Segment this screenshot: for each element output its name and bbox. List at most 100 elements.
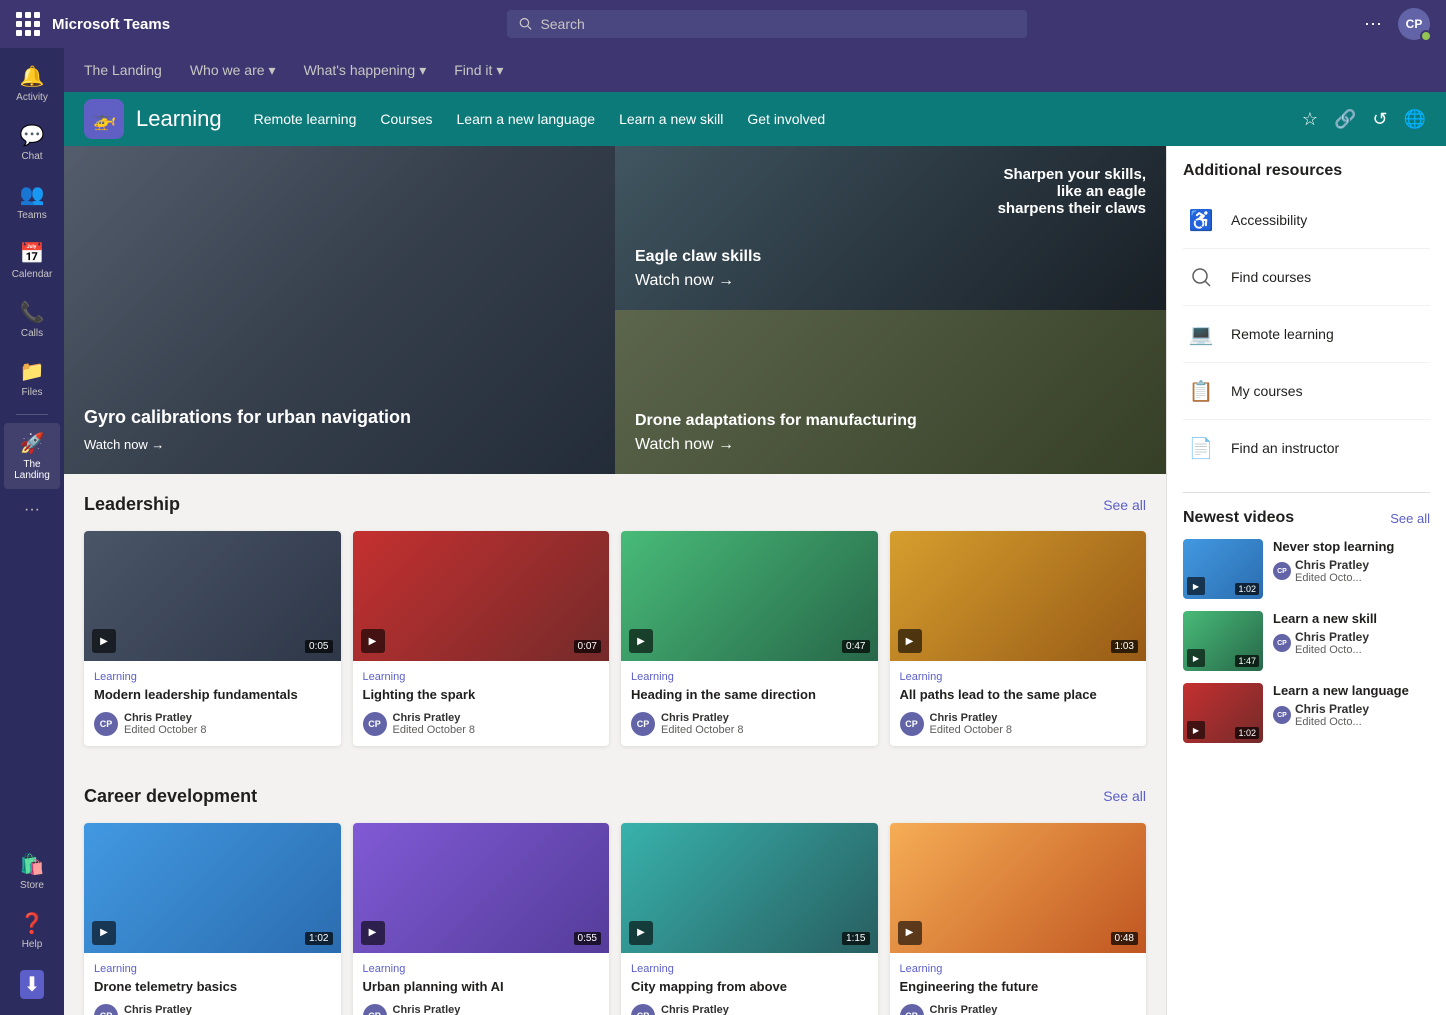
hero-card-gyro[interactable]: Gyro calibrations for urban navigation W…	[64, 146, 615, 474]
career-duration-4: 0:48	[1111, 932, 1138, 945]
sidebar-item-help[interactable]: ❓ Help	[4, 903, 60, 958]
author-name-1: Chris Pratley	[124, 712, 207, 724]
learning-nav-remote[interactable]: Remote learning	[254, 111, 357, 127]
sidebar-item-label-calls: Calls	[21, 328, 43, 339]
nav-item-who-we-are[interactable]: Who we are ▾	[190, 62, 276, 79]
resource-label-my-courses: My courses	[1231, 383, 1303, 399]
refresh-icon[interactable]: ↺	[1372, 109, 1387, 130]
career-section: Career development See all ▶ 1:02 Learni…	[64, 766, 1166, 1015]
sidebar-item-label-chat: Chat	[21, 151, 42, 162]
career-video-4[interactable]: ▶ 0:48 Learning Engineering the future C…	[890, 823, 1147, 1015]
career-video-info-1: Learning Drone telemetry basics CP Chris…	[84, 953, 341, 1015]
leadership-video-1[interactable]: ▶ 0:05 Learning Modern leadership fundam…	[84, 531, 341, 746]
sidebar-divider	[16, 414, 48, 415]
resource-item-find-courses[interactable]: Find courses	[1183, 249, 1430, 306]
learning-header: 🚁 Learning Remote learning Courses Learn…	[64, 92, 1446, 146]
career-play-2[interactable]: ▶	[361, 921, 385, 945]
learning-nav-skill[interactable]: Learn a new skill	[619, 111, 723, 127]
career-play-3[interactable]: ▶	[629, 921, 653, 945]
leadership-video-3[interactable]: ▶ 0:47 Learning Heading in the same dire…	[621, 531, 878, 746]
hero-section: Gyro calibrations for urban navigation W…	[64, 146, 1166, 474]
sidebar-item-teams[interactable]: 👥 Teams	[4, 174, 60, 229]
favorite-icon[interactable]: ☆	[1302, 109, 1318, 130]
play-button-1[interactable]: ▶	[92, 629, 116, 653]
nav-item-find-it[interactable]: Find it ▾	[454, 62, 503, 79]
learning-nav-courses[interactable]: Courses	[380, 111, 432, 127]
career-play-1[interactable]: ▶	[92, 921, 116, 945]
search-box[interactable]	[507, 10, 1027, 38]
author-edited-2: Edited October 8	[393, 724, 476, 736]
secondary-nav: The Landing Who we are ▾ What's happenin…	[64, 48, 1446, 92]
sidebar-item-store[interactable]: 🛍️ Store	[4, 844, 60, 899]
hero-card-drone[interactable]: Drone adaptations for manufacturing Watc…	[615, 310, 1166, 474]
sidebar-item-calendar[interactable]: 📅 Calendar	[4, 233, 60, 288]
newest-author-edited-3: Edited Octo...	[1295, 716, 1369, 728]
learning-title: Learning	[136, 106, 222, 132]
career-category-1: Learning	[94, 963, 331, 975]
newest-author-edited-1: Edited Octo...	[1295, 572, 1369, 584]
resource-label-find-courses: Find courses	[1231, 269, 1311, 285]
sidebar-item-label-calendar: Calendar	[12, 269, 53, 280]
career-play-4[interactable]: ▶	[898, 921, 922, 945]
newest-info-2: Learn a new skill CP Chris Pratley Edite…	[1273, 611, 1430, 671]
hero-card-eagle[interactable]: Eagle claw skills Watch now → Sharpen yo…	[615, 146, 1166, 310]
play-button-4[interactable]: ▶	[898, 629, 922, 653]
nav-item-whats-happening[interactable]: What's happening ▾	[304, 62, 427, 79]
career-see-all[interactable]: See all	[1103, 788, 1146, 804]
resource-item-remote-learning[interactable]: 💻 Remote learning	[1183, 306, 1430, 363]
newest-duration-3: 1:02	[1235, 727, 1259, 739]
hero-watch-1[interactable]: Watch now →	[84, 437, 164, 452]
newest-video-2[interactable]: ▶ 1:47 Learn a new skill CP Chris Pratle…	[1183, 611, 1430, 671]
learning-nav-involved[interactable]: Get involved	[747, 111, 825, 127]
newest-play-1[interactable]: ▶	[1187, 577, 1205, 595]
sidebar-item-files[interactable]: 📁 Files	[4, 351, 60, 406]
sidebar-item-chat[interactable]: 💬 Chat	[4, 115, 60, 170]
newest-video-1[interactable]: ▶ 1:02 Never stop learning CP Chris Prat…	[1183, 539, 1430, 599]
author-edited-4: Edited October 8	[930, 724, 1013, 736]
sidebar-item-calls[interactable]: 📞 Calls	[4, 292, 60, 347]
sidebar-item-landing[interactable]: 🚀 The Landing	[4, 423, 60, 489]
career-video-title-4: Engineering the future	[900, 979, 1137, 996]
career-author-info-1: Chris Pratley Edited October 8	[124, 1004, 207, 1015]
play-button-2[interactable]: ▶	[361, 629, 385, 653]
career-video-1[interactable]: ▶ 1:02 Learning Drone telemetry basics C…	[84, 823, 341, 1015]
sidebar-item-activity[interactable]: 🔔 Activity	[4, 56, 60, 111]
leadership-video-2[interactable]: ▶ 0:07 Learning Lighting the spark CP Ch…	[353, 531, 610, 746]
hero-watch-3[interactable]: Watch now →	[635, 436, 734, 453]
link-icon[interactable]: 🔗	[1334, 109, 1356, 130]
search-input[interactable]	[540, 16, 1015, 32]
sidebar-item-more[interactable]: ···	[4, 493, 60, 527]
video-category-1: Learning	[94, 671, 331, 683]
sidebar-item-label-teams: Teams	[17, 210, 46, 221]
resource-item-accessibility[interactable]: ♿ Accessibility	[1183, 192, 1430, 249]
newest-video-3[interactable]: ▶ 1:02 Learn a new language CP Chris Pra…	[1183, 683, 1430, 743]
hero-text-1: Gyro calibrations for urban navigation W…	[84, 407, 411, 454]
play-button-3[interactable]: ▶	[629, 629, 653, 653]
career-video-title-3: City mapping from above	[631, 979, 868, 996]
hero-title-3: Drone adaptations for manufacturing	[635, 412, 917, 430]
career-video-2[interactable]: ▶ 0:55 Learning Urban planning with AI C…	[353, 823, 610, 1015]
leadership-see-all[interactable]: See all	[1103, 497, 1146, 513]
leadership-video-4[interactable]: ▶ 1:03 Learning All paths lead to the sa…	[890, 531, 1147, 746]
career-video-3[interactable]: ▶ 1:15 Learning City mapping from above …	[621, 823, 878, 1015]
hero-watch-2[interactable]: Watch now →	[635, 272, 734, 289]
files-icon: 📁	[20, 359, 45, 384]
more-options-button[interactable]: ⋯	[1364, 14, 1382, 35]
resource-item-find-instructor[interactable]: 📄 Find an instructor	[1183, 420, 1430, 476]
newest-author-2: CP Chris Pratley Edited Octo...	[1273, 630, 1430, 656]
sidebar-item-download[interactable]: ⬇	[4, 962, 60, 1007]
avatar[interactable]: CP	[1398, 8, 1430, 40]
topbar: Microsoft Teams ⋯ CP	[0, 0, 1446, 48]
my-courses-icon: 📋	[1183, 373, 1219, 409]
resource-item-my-courses[interactable]: 📋 My courses	[1183, 363, 1430, 420]
career-duration-3: 1:15	[842, 932, 869, 945]
apps-grid-icon[interactable]	[16, 12, 40, 36]
newest-play-2[interactable]: ▶	[1187, 649, 1205, 667]
newest-see-all[interactable]: See all	[1390, 511, 1430, 526]
author-avatar-3: CP	[631, 712, 655, 736]
newest-play-3[interactable]: ▶	[1187, 721, 1205, 739]
career-author-name-3: Chris Pratley	[661, 1004, 744, 1015]
learning-nav-language[interactable]: Learn a new language	[457, 111, 596, 127]
nav-item-landing[interactable]: The Landing	[84, 62, 162, 78]
globe-icon[interactable]: 🌐	[1404, 109, 1426, 130]
